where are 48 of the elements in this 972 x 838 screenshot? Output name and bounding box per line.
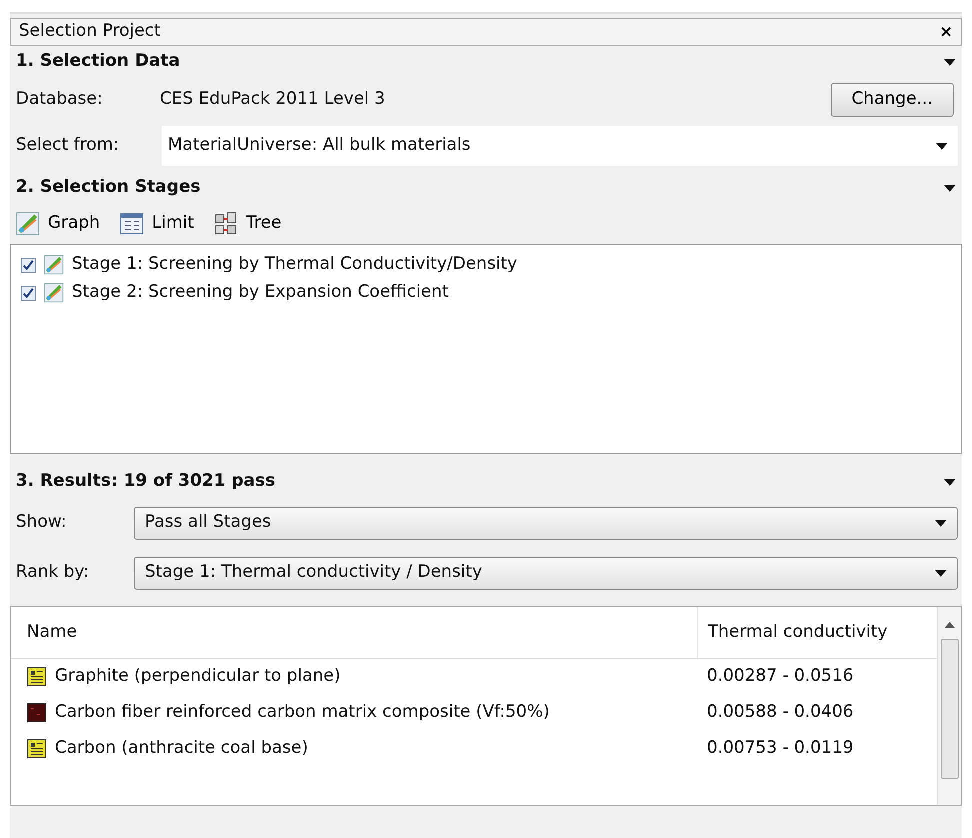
collapse-arrow-icon[interactable] — [944, 184, 956, 192]
stage-label[interactable]: Stage 2: Screening by Expansion Coefficient — [72, 280, 449, 306]
field-label: Rank by: — [15, 561, 90, 584]
table-cell-text: 0.00287 - 0.0516 — [706, 665, 855, 688]
material-name[interactable]: Carbon fiber reinforced carbon matrix composite (Vf:50%) — [55, 700, 550, 726]
select-dropdown[interactable]: Pass all Stages — [134, 506, 958, 540]
checkbox[interactable] — [21, 286, 36, 300]
panel-title: Selection Project — [19, 20, 161, 44]
table-cell-text: 0.00753 - 0.0119 — [706, 737, 855, 760]
toolbar-button[interactable]: Graph — [10, 211, 106, 237]
table-cell-text: 0.00588 - 0.0406 — [706, 701, 855, 724]
tree-icon — [214, 212, 238, 236]
collapse-arrow-icon[interactable] — [944, 478, 956, 486]
datasheet-icon — [27, 739, 47, 759]
section-heading: 3. Results: 19 of 3021 pass — [16, 470, 276, 494]
collapse-arrow-icon[interactable] — [944, 58, 956, 66]
change-button[interactable]: Change... — [830, 83, 954, 117]
select-dropdown[interactable]: Stage 1: Thermal conductivity / Density — [134, 556, 958, 590]
column-header[interactable]: Name — [11, 607, 697, 658]
section-heading: 1. Selection Data — [16, 50, 180, 74]
scroll-up-icon[interactable] — [944, 621, 956, 629]
graph-icon — [44, 255, 64, 275]
dropdown-arrow-icon — [935, 520, 947, 526]
dropdown-arrow-icon — [935, 570, 947, 576]
toolbar-button[interactable]: Tree — [208, 211, 288, 237]
close-button[interactable]: × — [940, 20, 953, 44]
dropdown-arrow-icon — [936, 142, 948, 150]
material-name[interactable]: Carbon (anthracite coal base) — [55, 736, 308, 762]
graph-icon — [16, 212, 40, 236]
dropdown-value: Stage 1: Thermal conductivity / Density — [145, 561, 482, 584]
dark-square-icon — [27, 703, 47, 723]
section-heading: 2. Selection Stages — [16, 176, 201, 200]
dropdown-value: MaterialUniverse: All bulk materials — [168, 134, 471, 158]
dropdown-value: Pass all Stages — [145, 511, 272, 534]
field-label: Database: — [15, 88, 104, 112]
datasheet-icon — [27, 667, 47, 687]
toolbar-button[interactable]: Limit — [114, 211, 200, 237]
field-label: Select from: — [15, 134, 120, 158]
material-name[interactable]: Graphite (perpendicular to plane) — [55, 664, 341, 690]
checkbox[interactable] — [21, 258, 36, 272]
stage-label[interactable]: Stage 1: Screening by Thermal Conductivity/Density — [72, 252, 518, 278]
limit-icon — [120, 212, 144, 236]
database-name: CES EduPack 2011 Level 3 — [160, 88, 386, 112]
select-dropdown[interactable]: MaterialUniverse: All bulk materials — [162, 126, 958, 166]
scroll-thumb[interactable] — [940, 639, 958, 779]
field-label: Show: — [15, 511, 68, 534]
graph-icon — [44, 283, 64, 303]
scrollbar[interactable] — [937, 607, 961, 805]
